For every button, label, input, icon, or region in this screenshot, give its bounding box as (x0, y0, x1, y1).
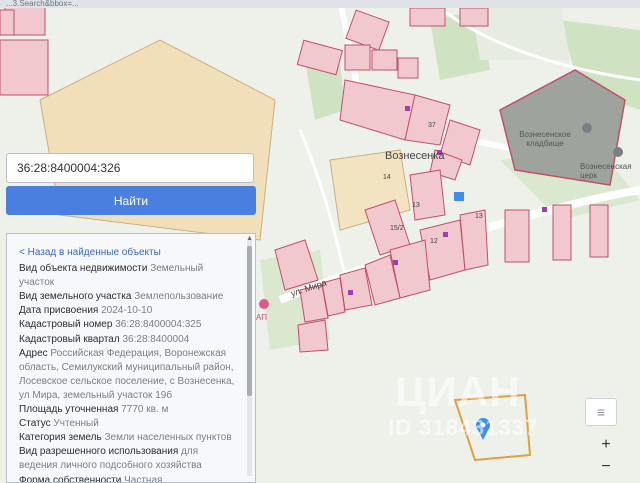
cemetery-label: Вознесенское кладбище (510, 130, 580, 148)
parcel-number: 13 (475, 213, 483, 220)
info-row-land-type: Вид земельного участка Землепользование (19, 290, 237, 304)
clinic-label: АП (256, 313, 267, 322)
info-row-land-category: Категория земель Земли населенных пункто… (19, 431, 237, 445)
scroll-up-icon[interactable]: ▲ (246, 235, 253, 242)
scroll-thumb[interactable] (247, 246, 252, 396)
zoom-in-button[interactable]: + (595, 434, 617, 456)
find-button[interactable]: Найти (6, 186, 256, 215)
info-row-cadastral-number: Кадастровый номер 36:28:8400004:325 (19, 318, 237, 332)
object-info-panel: < Назад в найденные объекты Вид объекта … (6, 233, 256, 483)
browser-url-strip: ...3.Search&bbox=... (0, 0, 640, 8)
info-row-cadastral-quarter: Кадастровый квартал 36:28:8400004 (19, 333, 237, 347)
layers-icon[interactable]: ≡ (585, 398, 617, 426)
watermark-id: ID 318431337 (388, 415, 538, 441)
info-row-ownership: Форма собственности Частная (19, 474, 237, 483)
zoom-out-button[interactable]: − (595, 456, 617, 478)
info-row-status: Статус Учтенный (19, 417, 237, 431)
info-row-assign-date: Дата присвоения 2024-10-10 (19, 304, 237, 318)
info-scrollbar[interactable] (247, 240, 252, 476)
watermark-logo: ЦИАН (395, 368, 521, 416)
info-row-object-type: Вид объекта недвижимости Земельный участ… (19, 262, 237, 290)
cadastral-search-input[interactable] (6, 153, 254, 183)
parcel-number: 37 (428, 122, 436, 129)
parcel-number: 14 (383, 174, 391, 181)
info-row-permitted-use: Вид разрешенного использования для веден… (19, 445, 237, 473)
parcel-number: 12 (430, 238, 438, 245)
info-row-area: Площадь уточненная 7770 кв. м (19, 403, 237, 417)
village-label: Вознесенка (385, 150, 444, 162)
parcel-number: 15/2 (390, 225, 404, 232)
back-to-results-link[interactable]: < Назад в найденные объекты (19, 246, 237, 260)
church-label: Вознесенская церк (580, 162, 640, 180)
info-row-address: Адрес Российская Федерация, Воронежская … (19, 347, 237, 403)
parcel-number: 13 (412, 202, 420, 209)
